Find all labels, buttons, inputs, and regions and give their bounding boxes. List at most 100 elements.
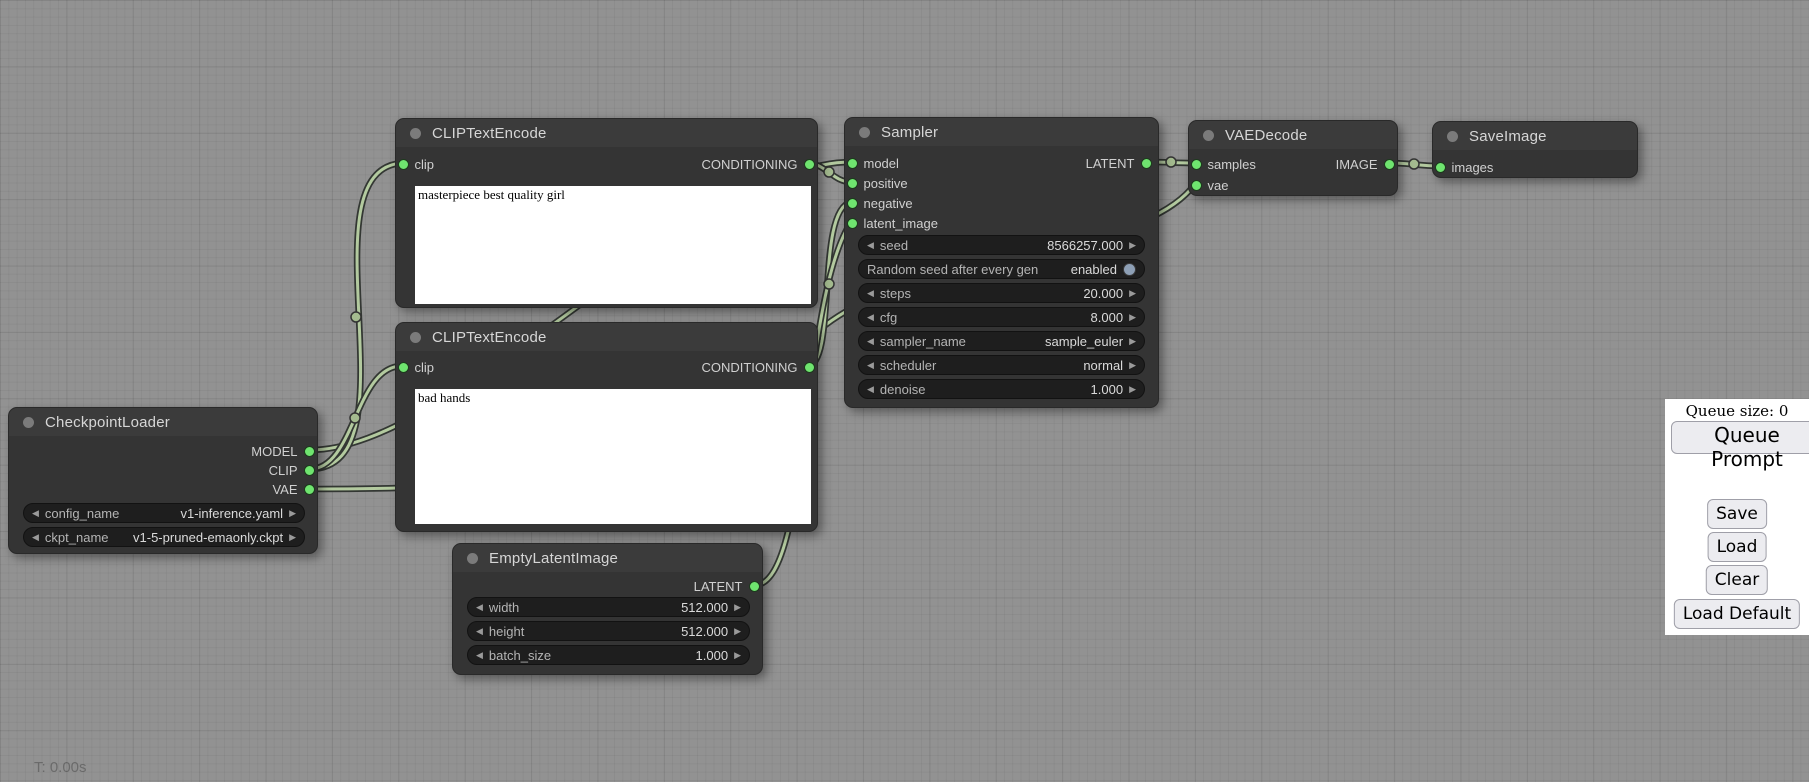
node-save-image[interactable]: SaveImage images xyxy=(1432,121,1638,178)
arrow-right-icon[interactable]: ▶ xyxy=(1129,385,1136,394)
widget-scheduler[interactable]: ◀ scheduler normal ▶ xyxy=(858,355,1145,375)
arrow-left-icon[interactable]: ◀ xyxy=(867,241,874,250)
widget-sampler-name[interactable]: ◀ sampler_name sample_euler ▶ xyxy=(858,331,1145,351)
node-clip-text-encode-positive[interactable]: CLIPTextEncode clip CONDITIONING masterp… xyxy=(395,118,818,308)
arrow-left-icon[interactable]: ◀ xyxy=(476,651,483,660)
arrow-right-icon[interactable]: ▶ xyxy=(1129,289,1136,298)
arrow-right-icon[interactable]: ▶ xyxy=(289,509,296,518)
arrow-left-icon[interactable]: ◀ xyxy=(867,385,874,394)
input-label: negative xyxy=(864,196,913,211)
widget-height[interactable]: ◀ height 512.000 ▶ xyxy=(467,621,750,641)
input-port-samples[interactable] xyxy=(1191,159,1202,170)
output-port-clip[interactable] xyxy=(304,465,315,476)
input-label: clip xyxy=(415,360,435,375)
input-label: images xyxy=(1452,160,1494,175)
output-port-latent[interactable] xyxy=(749,581,760,592)
collapse-toggle-icon[interactable] xyxy=(23,417,34,428)
output-label: VAE xyxy=(272,482,297,497)
collapse-toggle-icon[interactable] xyxy=(859,127,870,138)
collapse-toggle-icon[interactable] xyxy=(1203,130,1214,141)
output-port-image[interactable] xyxy=(1384,159,1395,170)
node-checkpoint-loader[interactable]: CheckpointLoader MODEL CLIP VAE ◀ config… xyxy=(8,407,318,554)
node-title-bar[interactable]: EmptyLatentImage xyxy=(453,544,762,572)
arrow-right-icon[interactable]: ▶ xyxy=(734,651,741,660)
queue-panel: Queue size: 0 Queue Prompt Save Load Cle… xyxy=(1665,399,1809,635)
collapse-toggle-icon[interactable] xyxy=(467,553,478,564)
widget-steps[interactable]: ◀ steps 20.000 ▶ xyxy=(858,283,1145,303)
output-label: IMAGE xyxy=(1336,157,1378,172)
input-port-model[interactable] xyxy=(847,158,858,169)
node-title-bar[interactable]: CheckpointLoader xyxy=(9,408,317,436)
widget-config-name[interactable]: ◀ config_name v1-inference.yaml ▶ xyxy=(23,503,305,523)
input-port-clip[interactable] xyxy=(398,362,409,373)
node-title: CheckpointLoader xyxy=(45,414,170,431)
arrow-right-icon[interactable]: ▶ xyxy=(289,533,296,542)
arrow-left-icon[interactable]: ◀ xyxy=(32,533,39,542)
collapse-toggle-icon[interactable] xyxy=(1447,131,1458,142)
output-port-model[interactable] xyxy=(304,446,315,457)
widget-random-seed-toggle[interactable]: Random seed after every gen enabled xyxy=(858,259,1145,279)
arrow-right-icon[interactable]: ▶ xyxy=(1129,361,1136,370)
arrow-left-icon[interactable]: ◀ xyxy=(867,313,874,322)
node-sampler[interactable]: Sampler model LATENT positive negative l… xyxy=(844,117,1159,408)
input-port-vae[interactable] xyxy=(1191,180,1202,191)
input-port-latent-image[interactable] xyxy=(847,218,858,229)
node-empty-latent-image[interactable]: EmptyLatentImage LATENT ◀ width 512.000 … xyxy=(452,543,763,675)
arrow-left-icon[interactable]: ◀ xyxy=(32,509,39,518)
node-title: Sampler xyxy=(881,124,938,141)
toggle-knob-icon[interactable] xyxy=(1123,263,1136,276)
input-port-clip[interactable] xyxy=(398,159,409,170)
node-title-bar[interactable]: VAEDecode xyxy=(1189,121,1397,149)
collapse-toggle-icon[interactable] xyxy=(410,128,421,139)
node-title-bar[interactable]: CLIPTextEncode xyxy=(396,119,817,147)
arrow-left-icon[interactable]: ◀ xyxy=(867,289,874,298)
input-port-positive[interactable] xyxy=(847,178,858,189)
prompt-textarea[interactable]: masterpiece best quality girl xyxy=(415,186,811,304)
node-title: VAEDecode xyxy=(1225,127,1307,144)
input-label: samples xyxy=(1208,157,1256,172)
output-label: CLIP xyxy=(269,463,298,478)
widget-ckpt-name[interactable]: ◀ ckpt_name v1-5-pruned-emaonly.ckpt ▶ xyxy=(23,527,305,547)
widget-denoise[interactable]: ◀ denoise 1.000 ▶ xyxy=(858,379,1145,399)
output-label: LATENT xyxy=(1086,156,1135,171)
load-default-button[interactable]: Load Default xyxy=(1674,599,1800,629)
node-title: EmptyLatentImage xyxy=(489,550,618,567)
node-vae-decode[interactable]: VAEDecode samples IMAGE vae xyxy=(1188,120,1398,196)
output-port-latent[interactable] xyxy=(1141,158,1152,169)
arrow-right-icon[interactable]: ▶ xyxy=(1129,241,1136,250)
node-title-bar[interactable]: CLIPTextEncode xyxy=(396,323,817,351)
input-label: vae xyxy=(1208,178,1229,193)
widget-width[interactable]: ◀ width 512.000 ▶ xyxy=(467,597,750,617)
save-button[interactable]: Save xyxy=(1707,499,1767,529)
output-port-vae[interactable] xyxy=(304,484,315,495)
input-label: clip xyxy=(415,157,435,172)
queue-prompt-button[interactable]: Queue Prompt xyxy=(1671,421,1809,454)
widget-seed[interactable]: ◀ seed 8566257.000 ▶ xyxy=(858,235,1145,255)
clear-button[interactable]: Clear xyxy=(1706,565,1768,595)
output-port-conditioning[interactable] xyxy=(804,362,815,373)
widget-batch-size[interactable]: ◀ batch_size 1.000 ▶ xyxy=(467,645,750,665)
arrow-right-icon[interactable]: ▶ xyxy=(734,603,741,612)
input-port-negative[interactable] xyxy=(847,198,858,209)
input-port-images[interactable] xyxy=(1435,162,1446,173)
arrow-right-icon[interactable]: ▶ xyxy=(1129,337,1136,346)
arrow-right-icon[interactable]: ▶ xyxy=(734,627,741,636)
output-label: CONDITIONING xyxy=(701,157,797,172)
collapse-toggle-icon[interactable] xyxy=(410,332,421,343)
arrow-left-icon[interactable]: ◀ xyxy=(867,361,874,370)
output-label: CONDITIONING xyxy=(701,360,797,375)
arrow-left-icon[interactable]: ◀ xyxy=(476,627,483,636)
output-port-conditioning[interactable] xyxy=(804,159,815,170)
arrow-right-icon[interactable]: ▶ xyxy=(1129,313,1136,322)
node-clip-text-encode-negative[interactable]: CLIPTextEncode clip CONDITIONING bad han… xyxy=(395,322,818,532)
output-label: LATENT xyxy=(694,579,743,594)
arrow-left-icon[interactable]: ◀ xyxy=(476,603,483,612)
node-title-bar[interactable]: SaveImage xyxy=(1433,122,1637,150)
node-title: SaveImage xyxy=(1469,128,1547,145)
load-button[interactable]: Load xyxy=(1708,532,1767,562)
arrow-left-icon[interactable]: ◀ xyxy=(867,337,874,346)
widget-cfg[interactable]: ◀ cfg 8.000 ▶ xyxy=(858,307,1145,327)
output-label: MODEL xyxy=(251,444,297,459)
node-title-bar[interactable]: Sampler xyxy=(845,118,1158,146)
prompt-textarea[interactable]: bad hands xyxy=(415,389,811,524)
